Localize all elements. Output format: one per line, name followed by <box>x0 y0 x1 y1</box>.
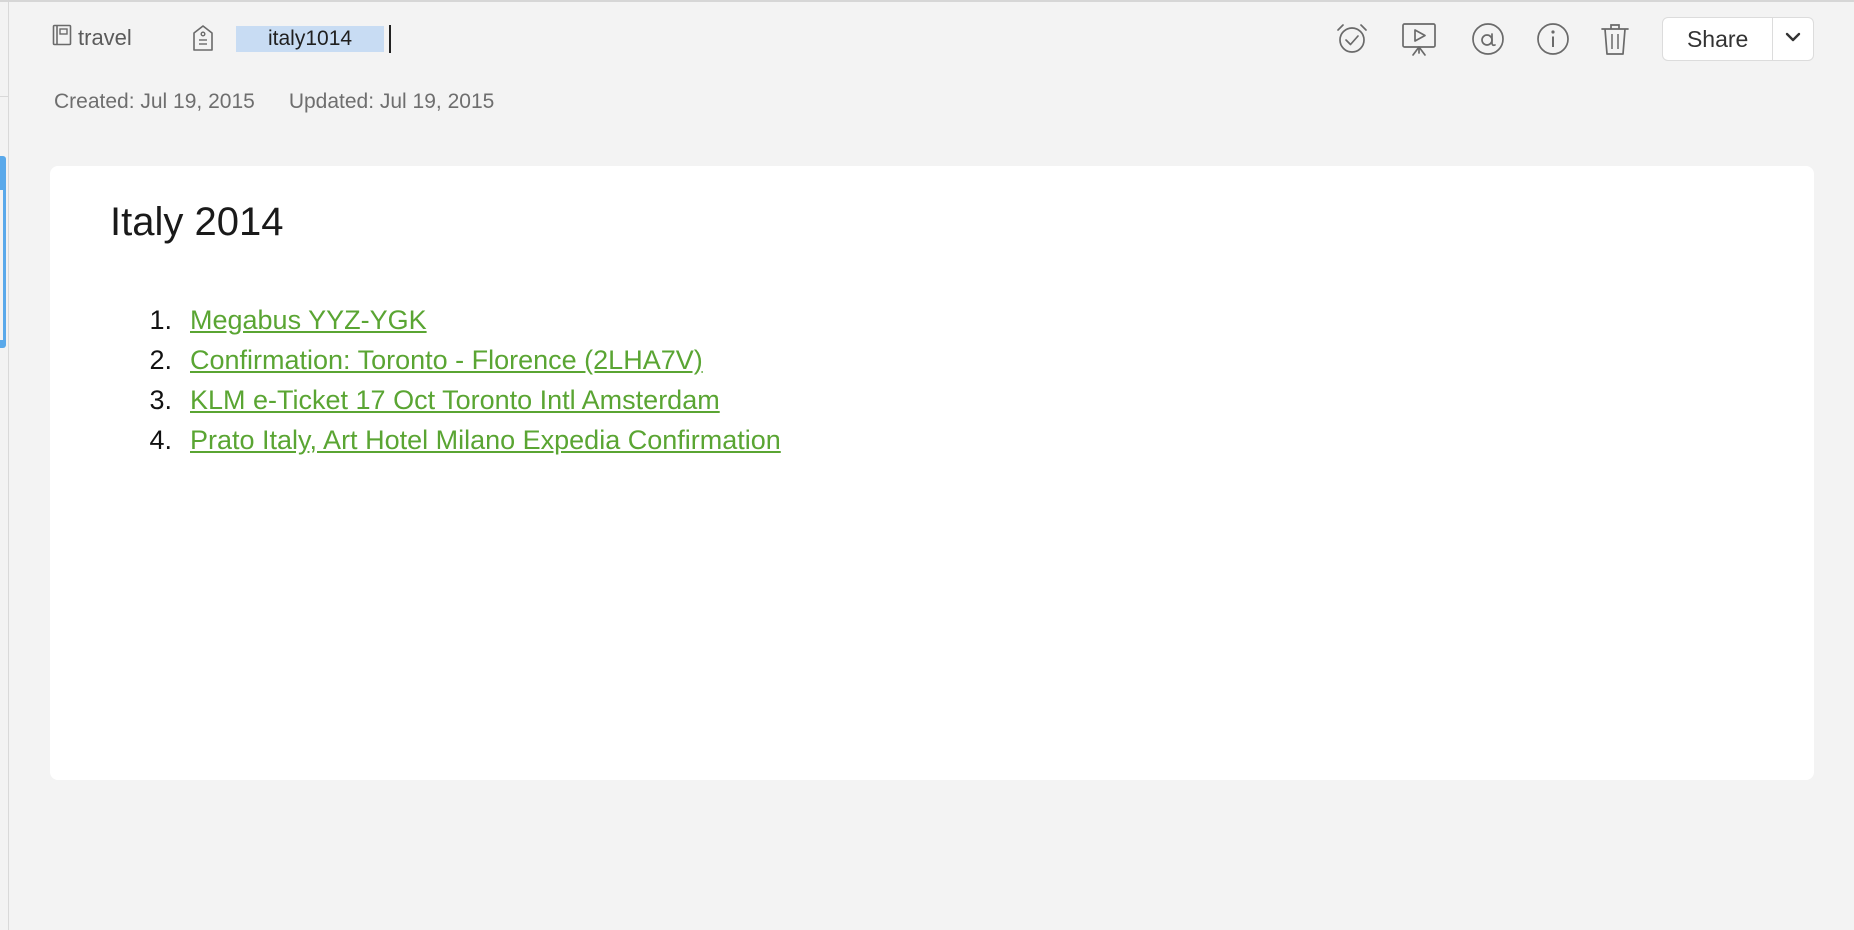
chevron-down-icon <box>1785 30 1801 48</box>
selected-note-indicator <box>0 156 6 348</box>
list-item-number: 1. <box>149 305 172 335</box>
info-icon[interactable] <box>1534 20 1572 58</box>
at-sign-icon[interactable] <box>1469 20 1507 58</box>
text-caret <box>389 25 392 53</box>
share-menu-button[interactable] <box>1772 18 1813 60</box>
sidebar-edge <box>0 2 9 930</box>
list-item-number: 2. <box>149 345 172 375</box>
alarm-clock-icon[interactable] <box>1333 20 1371 58</box>
notebook-selector[interactable]: travel <box>52 24 132 52</box>
list-item: 4. Prato Italy, Art Hotel Milano Expedia… <box>140 420 781 460</box>
list-item: 1. Megabus YYZ-YGK <box>140 300 781 340</box>
note-title[interactable]: Italy 2014 <box>110 200 283 245</box>
notebook-icon <box>52 24 78 52</box>
updated-date: Updated: Jul 19, 2015 <box>288 90 495 113</box>
note-meta: Created: Jul 19, 2015 Updated: Jul 19, 2… <box>54 90 494 114</box>
list-item-number: 4. <box>149 425 172 455</box>
list-item-number: 3. <box>149 385 172 415</box>
list-item: 3. KLM e-Ticket 17 Oct Toronto Intl Amst… <box>140 380 781 420</box>
tag-chip[interactable]: italy1014 <box>236 26 385 52</box>
notebook-label: travel <box>78 25 132 50</box>
note-link[interactable]: KLM e-Ticket 17 Oct Toronto Intl Amsterd… <box>190 380 720 420</box>
note-link[interactable]: Megabus YYZ-YGK <box>190 300 427 340</box>
share-button-group: Share <box>1662 17 1814 61</box>
tag-icon[interactable] <box>192 24 214 57</box>
note-link[interactable]: Prato Italy, Art Hotel Milano Expedia Co… <box>190 420 781 460</box>
share-button[interactable]: Share <box>1663 18 1772 60</box>
note-toolbar: travel italy1014 Share <box>0 2 1854 74</box>
list-item: 2. Confirmation: Toronto - Florence (2LH… <box>140 340 781 380</box>
note-editor-window: travel italy1014 Share Created: Jul 19, … <box>0 0 1854 930</box>
note-body[interactable]: Italy 2014 1. Megabus YYZ-YGK 2. Confirm… <box>50 166 1814 780</box>
note-link-list: 1. Megabus YYZ-YGK 2. Confirmation: Toro… <box>140 300 781 460</box>
trash-icon[interactable] <box>1596 20 1634 58</box>
presentation-icon[interactable] <box>1400 20 1438 58</box>
tag-input[interactable]: italy1014 <box>236 25 392 53</box>
created-date: Created: Jul 19, 2015 <box>54 90 255 113</box>
sidebar-divider <box>0 96 9 97</box>
note-link[interactable]: Confirmation: Toronto - Florence (2LHA7V… <box>190 340 703 380</box>
